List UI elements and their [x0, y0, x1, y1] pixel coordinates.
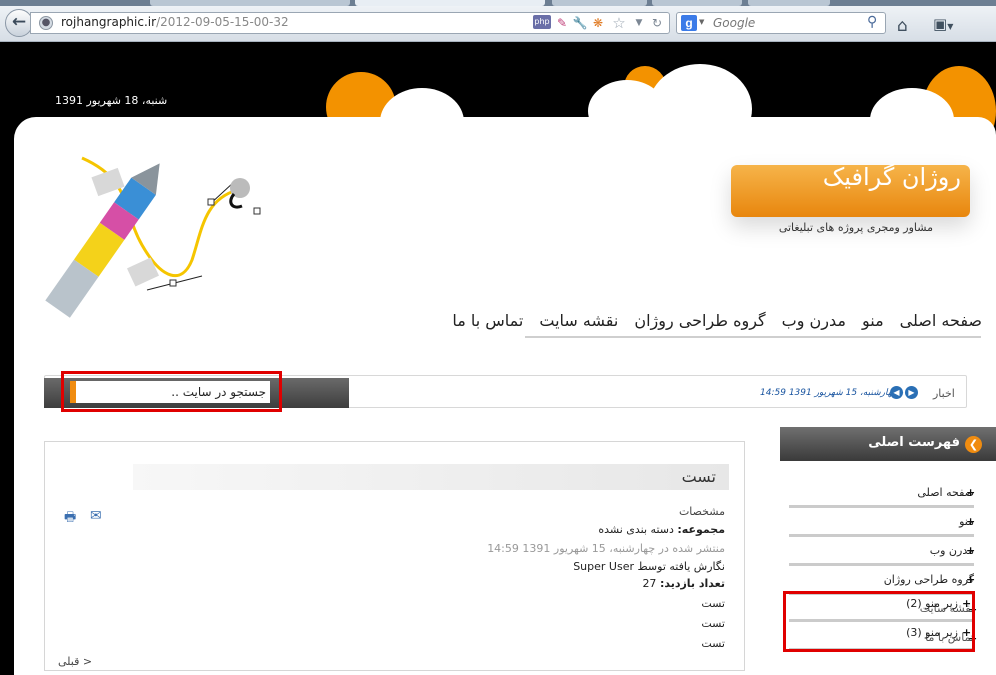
menu-separator: [789, 505, 974, 508]
browser-search-box[interactable]: g ▼ Google ⚲: [676, 12, 886, 34]
refresh-icon[interactable]: ↻: [649, 15, 665, 31]
article-published: منتشر شده در چهارشنبه، 15 شهریور 1391 14…: [487, 542, 725, 555]
logo-title[interactable]: روژان گرافیک: [731, 163, 961, 191]
email-icon[interactable]: ✉: [90, 508, 106, 524]
prev-link[interactable]: < قبلی: [58, 655, 92, 668]
article-body-line: تست: [701, 597, 725, 610]
news-next-icon[interactable]: ▶: [905, 386, 918, 399]
nav-item-menu[interactable]: منو: [862, 311, 884, 330]
dropdown-icon[interactable]: ▼: [631, 15, 647, 31]
nav-item-contact[interactable]: تماس با ما: [452, 311, 523, 330]
globe-icon: ●: [39, 16, 53, 30]
home-icon[interactable]: ⌂: [897, 16, 908, 36]
address-bar[interactable]: ● rojhangraphic.ir/2012-09-05-15-00-32 p…: [30, 12, 670, 34]
wrench-icon[interactable]: 🔧: [572, 15, 588, 31]
url-text[interactable]: rojhangraphic.ir/2012-09-05-15-00-32: [61, 15, 289, 29]
author-value: Super User: [573, 560, 634, 573]
main-nav: صفحه اصلی منو مدرن وب گروه طراحی روژان ن…: [452, 311, 982, 330]
nav-item-sitemap[interactable]: نقشه سایت: [539, 311, 618, 330]
pen-illustration: [45, 156, 261, 318]
back-icon[interactable]: ←: [5, 9, 33, 37]
nav-item-home[interactable]: صفحه اصلی: [900, 311, 982, 330]
url-domain: rojhangraphic.ir: [61, 15, 157, 29]
highlight-box-menu: [783, 591, 975, 652]
search-icon[interactable]: ⚲: [867, 14, 877, 30]
logo-subtitle: مشاور ومجری پروژه های تبلیغاتی: [778, 221, 933, 234]
author-label: نگارش یافته توسط: [637, 560, 725, 573]
bookmarks-icon[interactable]: ▣▼: [933, 15, 963, 37]
plus-icon: +: [966, 515, 976, 528]
search-placeholder: Google: [713, 16, 756, 30]
menu-item-design-group[interactable]: گروه طراحی روژان: [884, 573, 974, 586]
menu-separator: [789, 563, 974, 566]
print-icon[interactable]: 🖶: [64, 508, 80, 525]
php-icon[interactable]: php: [533, 15, 551, 29]
article-hits: تعداد بازدید: 27: [642, 577, 725, 590]
nav-item-modern-web[interactable]: مدرن وب: [782, 311, 846, 330]
pen-icon[interactable]: ✎: [554, 15, 570, 31]
article-title: تست: [681, 467, 716, 486]
star-icon[interactable]: ☆: [611, 15, 627, 31]
joomla-icon[interactable]: ❋: [590, 15, 606, 31]
article-body-line: تست: [701, 637, 725, 650]
browser-toolbar: ← ● rojhangraphic.ir/2012-09-05-15-00-32…: [0, 6, 996, 42]
plus-icon: +: [966, 486, 976, 499]
hits-label: تعداد بازدید:: [659, 577, 725, 590]
menu-separator: [789, 534, 974, 537]
article-body-line: تست: [701, 617, 725, 630]
article-category: مجموعه: دسته بندی نشده: [598, 523, 725, 536]
nav-divider: [525, 336, 981, 338]
news-item-link[interactable]: - چهارشنبه، 15 شهریور 1391 14:59: [760, 388, 904, 398]
plus-icon: +: [966, 544, 976, 557]
menu-title: فهرست اصلی: [868, 435, 960, 450]
article-details-label: مشخصات: [678, 505, 725, 518]
menu-arrow-icon: ❮: [965, 436, 982, 453]
chevron-down-icon[interactable]: ▼: [699, 18, 704, 26]
url-path: /2012-09-05-15-00-32: [156, 15, 289, 29]
news-label: اخبار: [933, 387, 955, 400]
hits-value: 27: [642, 577, 657, 590]
article-author: نگارش یافته توسط Super User: [573, 560, 725, 573]
category-value: دسته بندی نشده: [598, 523, 674, 536]
google-icon[interactable]: g: [681, 15, 697, 31]
site-date: شنبه، 18 شهریور 1391: [55, 94, 168, 107]
category-label: مجموعه:: [677, 523, 725, 536]
nav-item-design-group[interactable]: گروه طراحی روژان: [634, 311, 765, 330]
news-prev-icon[interactable]: ◀: [890, 386, 903, 399]
plus-icon: +: [966, 573, 976, 586]
highlight-box-search: [61, 371, 282, 412]
